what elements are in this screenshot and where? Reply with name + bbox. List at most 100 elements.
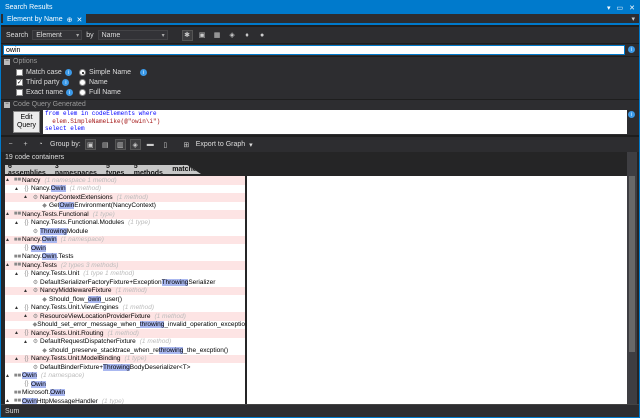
close-icon[interactable]: ✕ [629, 4, 635, 12]
expand-toggle-icon[interactable]: ▲ [14, 356, 22, 362]
tree-row[interactable]: ▲{} Nancy.Tests.Unit.Routing (1 method) [5, 329, 245, 338]
info-icon[interactable]: i [64, 69, 72, 76]
expand-toggle-icon[interactable]: ▲ [5, 237, 13, 243]
info-icon[interactable]: i [628, 46, 635, 53]
third-party-checkbox[interactable]: ✓ Third party i [16, 79, 70, 86]
tree-row[interactable]: ▲ ■■ Nancy.Tests (2 types 3 methods) [5, 261, 245, 270]
tree-row[interactable]: ▲ ⚙ NancyMiddlewareFixture (1 method) [5, 286, 245, 295]
search-input[interactable]: owin [3, 45, 625, 55]
tree-row[interactable]: ▲ ■■ Nancy.Owin (1 namespace) [5, 235, 245, 244]
tree-row[interactable]: ▲{} Nancy.Tests.Unit (1 type 1 method) [5, 270, 245, 279]
tree-row[interactable]: ▲{} Nancy.Tests.Unit.ModelBinding (1 type) [5, 354, 245, 363]
expand-toggle-icon[interactable]: ▲ [23, 313, 31, 319]
tree-row[interactable]: ▲ ⚙ DefaultRequestDispatcherFixture (1 meth… [5, 338, 245, 347]
chevron-down-icon[interactable]: ▾ [249, 141, 253, 149]
code-query-text[interactable]: from elem in codeElements where elem.Sim… [43, 110, 627, 134]
tab-element-by-name[interactable]: Element by Name ⊕ ✕ [3, 14, 87, 25]
tree-row[interactable]: ▲ ■■ Nancy (1 namespace 1 method) [5, 176, 245, 185]
tab-close-icon[interactable]: ✕ [77, 16, 83, 24]
match-case-checkbox[interactable]: Match case i [16, 69, 72, 76]
exact-name-checkbox[interactable]: Exact name i [16, 89, 73, 96]
search-by-select[interactable]: Name ▾ [97, 30, 168, 40]
search-kind-select[interactable]: Element ▾ [32, 30, 83, 40]
tree-row[interactable]: ■■ Nancy.Owin.Tests [5, 253, 245, 262]
tree-row[interactable]: ▲ ⚙ ResourceViewLocationProviderFixture (1 … [5, 312, 245, 321]
tree-row-label: Nancy.Owin [22, 236, 57, 244]
field-filter-icon[interactable]: ♦ [242, 30, 253, 41]
tree-row[interactable]: ⚙ DefaultSerializerFactoryFixture+Excepti… [5, 278, 245, 287]
expand-all-icon[interactable]: + [20, 139, 31, 150]
type-filter-icon[interactable]: ▦ [212, 30, 223, 41]
radio-button[interactable] [79, 79, 86, 86]
tree-row[interactable]: ▲ ■■ Nancy.Tests.Functional (1 type) [5, 210, 245, 219]
expand-toggle-icon[interactable]: ▲ [5, 177, 13, 183]
expand-toggle-icon[interactable]: ▲ [14, 186, 22, 192]
tree-row[interactable]: ◆ Should_flow_owin_user() [5, 295, 245, 304]
assembly-filter-icon[interactable]: ● [257, 30, 268, 41]
match-highlight: Owin [41, 236, 57, 244]
edit-query-button[interactable]: Edit Query [13, 111, 40, 133]
collapse-all-icon[interactable]: − [5, 139, 16, 150]
group-assembly-icon[interactable]: ▣ [84, 139, 96, 150]
filter-icon[interactable]: ✱ [181, 29, 193, 41]
tree-row[interactable]: {} Owin [5, 380, 245, 389]
info-icon[interactable]: i [65, 89, 73, 96]
vertical-scrollbar[interactable] [627, 152, 637, 404]
info-icon[interactable]: i [628, 111, 635, 118]
tree-row[interactable]: {} Owin [5, 244, 245, 253]
tree-row[interactable]: ◆ GetOwinEnvironment(NancyContext) [5, 202, 245, 211]
checkbox-box[interactable]: ✓ [16, 79, 23, 86]
expand-toggle-icon[interactable]: ▲ [23, 339, 31, 345]
group-type-icon[interactable]: ▥ [114, 139, 126, 150]
folder-icon[interactable]: ▬ [145, 139, 156, 150]
group-namespace-icon[interactable]: ▤ [100, 139, 111, 150]
tree-row-meta: (1 namespace) [60, 236, 104, 244]
tab-dropdown-icon[interactable]: ▾ [631, 15, 635, 23]
namespace-filter-icon[interactable]: ▣ [197, 30, 208, 41]
tree-row[interactable]: ▲{} Nancy.Owin (1 method) [5, 185, 245, 194]
full-name-radio[interactable]: Full Name [79, 89, 121, 96]
match-highlight: Owin [50, 389, 65, 397]
tree-row[interactable]: ▲{} Nancy.Tests.Functional.Modules (1 type… [5, 219, 245, 228]
expand-toggle-icon[interactable]: ▲ [14, 330, 22, 336]
method-filter-icon[interactable]: ◈ [227, 30, 238, 41]
info-icon[interactable]: i [62, 79, 70, 86]
options-header[interactable]: − Options [1, 57, 639, 66]
expand-toggle-icon[interactable]: ▲ [23, 288, 31, 294]
tree-row[interactable]: ◆ Should_set_error_message_when_throwing_… [5, 321, 245, 330]
expand-toggle-icon[interactable]: ▲ [14, 220, 22, 226]
radio-button[interactable] [79, 89, 86, 96]
tree-row[interactable]: ▲ ■■ Owin (1 namespace) [5, 372, 245, 381]
expand-toggle-icon[interactable]: ▲ [14, 271, 22, 277]
expand-toggle-icon[interactable]: ▲ [5, 262, 13, 268]
pin-icon[interactable]: ▾ [607, 4, 611, 12]
name-radio[interactable]: Name [79, 79, 108, 86]
expand-toggle-icon[interactable]: ▲ [5, 373, 13, 379]
expand-toggle-icon[interactable]: ▲ [23, 194, 31, 200]
graph-icon[interactable]: ⊞ [181, 139, 192, 150]
radio-button[interactable] [79, 69, 86, 76]
export-to-graph-button[interactable]: Export to Graph [196, 141, 245, 148]
scrollbar-thumb[interactable] [629, 176, 635, 352]
tree-row[interactable]: ▲ ■■ OwinHttpMessageHandler (1 type) [5, 397, 245, 404]
simple-name-radio[interactable]: Simple Name i [79, 69, 148, 76]
expand-toggle-icon[interactable]: ▲ [14, 305, 22, 311]
info-icon[interactable]: i [140, 69, 148, 76]
tree-row[interactable]: ▲ ⚙ NancyContextExtensions (1 method) [5, 193, 245, 202]
tree-row[interactable]: ⚙ ThrowingModule [5, 227, 245, 236]
checkbox-box[interactable] [16, 69, 23, 76]
maximize-icon[interactable]: ▭ [617, 4, 624, 12]
collapse-icon[interactable]: − [4, 101, 10, 108]
group-method-icon[interactable]: ◈ [129, 139, 141, 150]
code-query-header[interactable]: − Code Query Generated [1, 100, 639, 109]
refresh-icon[interactable]: ◔ [35, 139, 46, 150]
tab-pin-icon[interactable]: ⊕ [67, 16, 73, 24]
tree-row[interactable]: ■■ Microsoft.Owin [5, 389, 245, 398]
tree-row[interactable]: ▲{} Nancy.Tests.Unit.ViewEngines (1 method… [5, 304, 245, 313]
file-icon[interactable]: ▯ [160, 139, 171, 150]
tree-row[interactable]: ◆ should_preserve_stacktrace_when_rethrow… [5, 346, 245, 355]
checkbox-box[interactable] [16, 89, 23, 96]
collapse-icon[interactable]: − [4, 58, 10, 65]
expand-toggle-icon[interactable]: ▲ [5, 211, 13, 217]
tree-row[interactable]: ⚙ DefaultBinderFixture+ThrowingBodyDeseri… [5, 363, 245, 372]
